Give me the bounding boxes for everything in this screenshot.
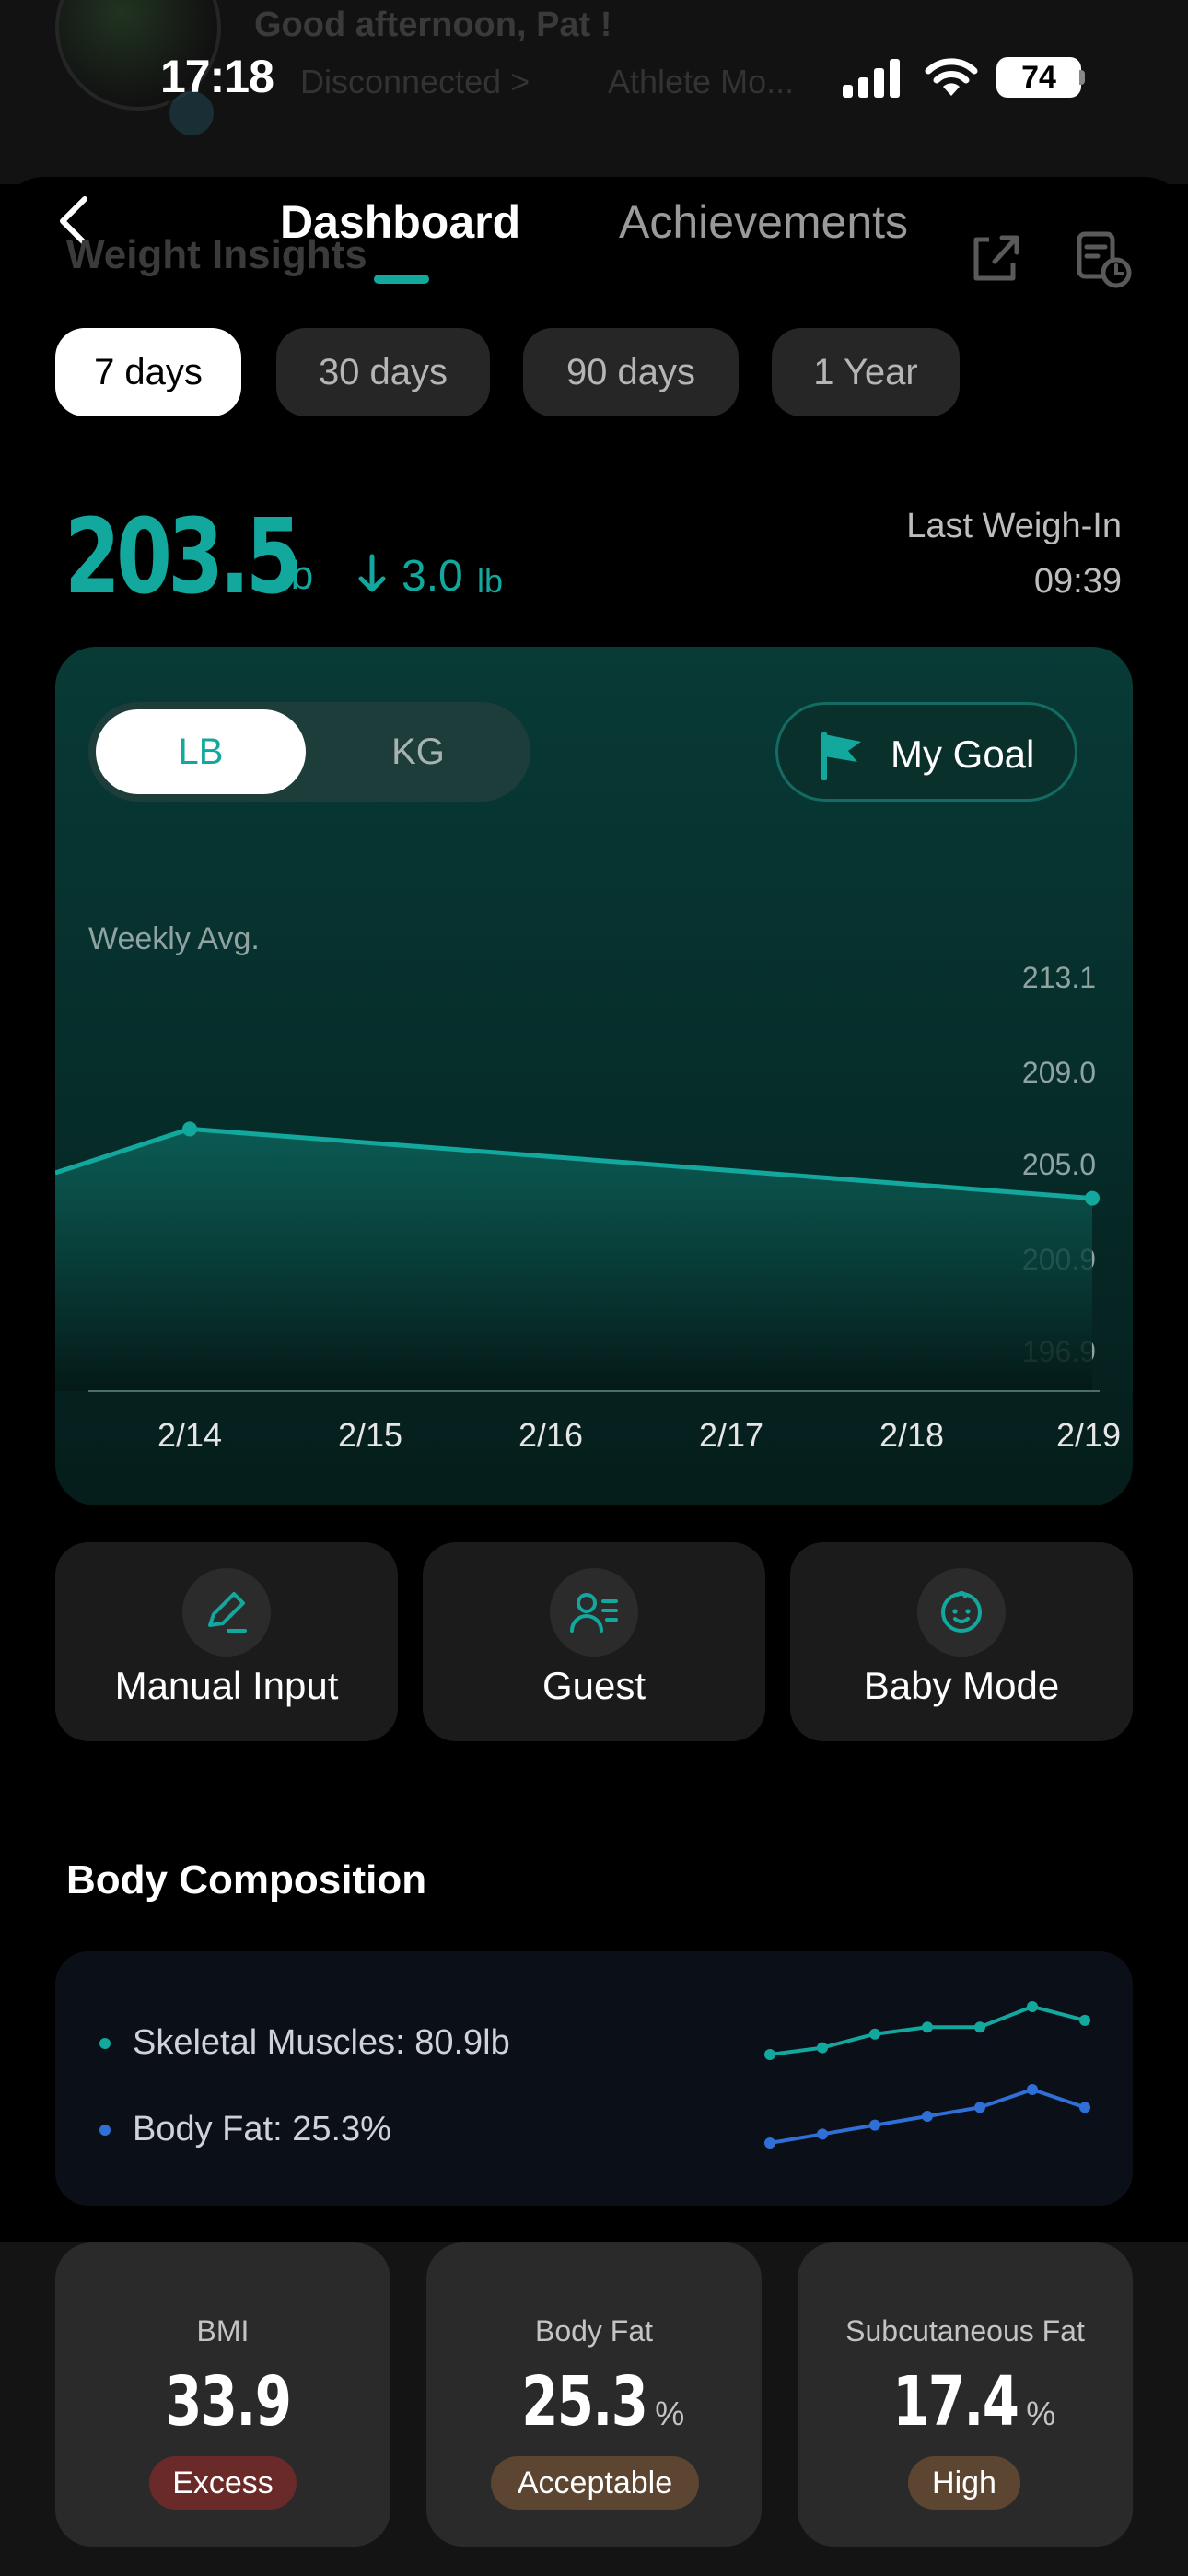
bmi-value: 33.9 — [164, 2362, 292, 2441]
muscle-trend-point — [922, 2021, 933, 2033]
battery-tip — [1079, 70, 1085, 85]
my-goal-label: My Goal — [891, 732, 1035, 776]
pencil-icon — [182, 1568, 271, 1657]
guest-button[interactable]: Guest — [423, 1542, 765, 1741]
muscle-trend-point — [764, 2049, 775, 2060]
subcutaneous-fat-title: Subcutaneous Fat — [845, 2314, 1085, 2348]
weight-chart-card: Weekly Avg.213.1209.0205.0200.9196.92/14… — [55, 647, 1133, 1505]
subcutaneous-fat-status-badge: High — [908, 2456, 1020, 2510]
connection-status: Disconnected > — [300, 63, 530, 100]
wifi-icon — [925, 58, 978, 96]
period-90-days[interactable]: 90 days — [523, 328, 739, 416]
x-tick-label: 2/15 — [338, 1416, 402, 1454]
body-fat-title: Body Fat — [534, 2314, 654, 2348]
weight-unit: lb — [282, 553, 314, 598]
bmi-status-badge: Excess — [149, 2456, 297, 2510]
x-tick-label: 2/16 — [518, 1416, 583, 1454]
share-icon[interactable] — [967, 230, 1022, 286]
muscle-trend-point — [869, 2028, 880, 2040]
body-composition-card[interactable]: Skeletal Muscles: 80.9lb Body Fat: 25.3% — [55, 1951, 1133, 2206]
body-fat-card[interactable]: Body Fat 25.3% Acceptable — [426, 2242, 762, 2547]
unit-kg-option[interactable]: KG — [313, 709, 523, 794]
body-composition-sparklines — [764, 2001, 1090, 2149]
x-tick-label: 2/14 — [157, 1416, 222, 1454]
body-fat-trend-point — [1027, 2084, 1038, 2095]
weight-point — [1085, 1190, 1100, 1206]
x-tick-label: 2/19 — [1056, 1416, 1121, 1454]
body-fat-trend-point — [922, 2111, 933, 2122]
body-fat-value: 25.3 — [520, 2362, 648, 2441]
battery-indicator: 74 — [996, 57, 1081, 98]
y-tick-label: 213.1 — [1022, 961, 1096, 994]
manual-input-button[interactable]: Manual Input — [55, 1542, 398, 1741]
bmi-card[interactable]: BMI 33.9 Excess — [55, 2242, 390, 2547]
subcutaneous-fat-value: 17.4 — [891, 2362, 1019, 2441]
body-composition-title: Body Composition — [66, 1857, 427, 1903]
guest-icon — [550, 1568, 638, 1657]
muscle-trend-point — [1027, 2001, 1038, 2012]
period-7-days[interactable]: 7 days — [55, 328, 241, 416]
last-weigh-in-label: Last Weigh-In — [906, 507, 1122, 545]
weight-area — [55, 1129, 1092, 1391]
x-tick-label: 2/17 — [699, 1416, 763, 1454]
period-1-year[interactable]: 1 Year — [772, 328, 960, 416]
muscle-trend-point — [1079, 2014, 1090, 2026]
body-fat-trend-point — [869, 2119, 880, 2131]
subcutaneous-fat-unit: % — [1026, 2395, 1056, 2432]
status-time: 17:18 — [160, 51, 274, 102]
report-schedule-icon[interactable] — [1074, 230, 1133, 289]
arrow-down-icon — [358, 554, 386, 592]
flag-icon — [821, 732, 861, 780]
unit-toggle[interactable]: LB KG — [88, 702, 530, 802]
y-tick-label: 209.0 — [1022, 1056, 1096, 1089]
guest-label: Guest — [542, 1664, 646, 1707]
baby-mode-button[interactable]: Baby Mode — [790, 1542, 1133, 1741]
body-fat-trend-point — [974, 2102, 985, 2113]
weight-change-unit: lb — [477, 562, 504, 600]
unit-lb-option[interactable]: LB — [96, 709, 306, 794]
body-fat-trend-point — [1079, 2102, 1090, 2113]
greeting-text: Good afternoon, Pat ! — [254, 6, 612, 44]
mode-label: Athlete Mo... — [608, 63, 795, 100]
my-goal-button[interactable]: My Goal — [775, 702, 1077, 802]
x-tick-label: 2/18 — [879, 1416, 944, 1454]
weight-point — [182, 1121, 197, 1137]
weekly-avg-label: Weekly Avg. — [88, 921, 260, 956]
subcutaneous-fat-card[interactable]: Subcutaneous Fat 17.4% High — [798, 2242, 1133, 2547]
last-weigh-in-time: 09:39 — [1033, 562, 1122, 601]
body-fat-trend-point — [764, 2137, 775, 2149]
period-30-days[interactable]: 30 days — [276, 328, 490, 416]
body-fat-unit: % — [655, 2395, 685, 2432]
weight-change: 3.0 — [402, 552, 463, 601]
muscle-trend-point — [974, 2021, 985, 2033]
manual-input-label: Manual Input — [114, 1664, 339, 1707]
baby-mode-label: Baby Mode — [863, 1664, 1060, 1707]
body-fat-trend-point — [817, 2128, 828, 2140]
current-weight: 203.5 — [64, 498, 302, 617]
bmi-title: BMI — [196, 2314, 250, 2348]
y-tick-label: 205.0 — [1022, 1148, 1096, 1181]
baby-face-icon — [917, 1568, 1006, 1657]
body-fat-status-badge: Acceptable — [491, 2456, 699, 2510]
muscle-trend-point — [817, 2042, 828, 2054]
tab-dashboard[interactable]: Dashboard — [280, 195, 520, 249]
active-tab-indicator — [374, 275, 429, 284]
cellular-signal-icon — [843, 59, 900, 98]
tab-achievements[interactable]: Achievements — [619, 195, 908, 249]
